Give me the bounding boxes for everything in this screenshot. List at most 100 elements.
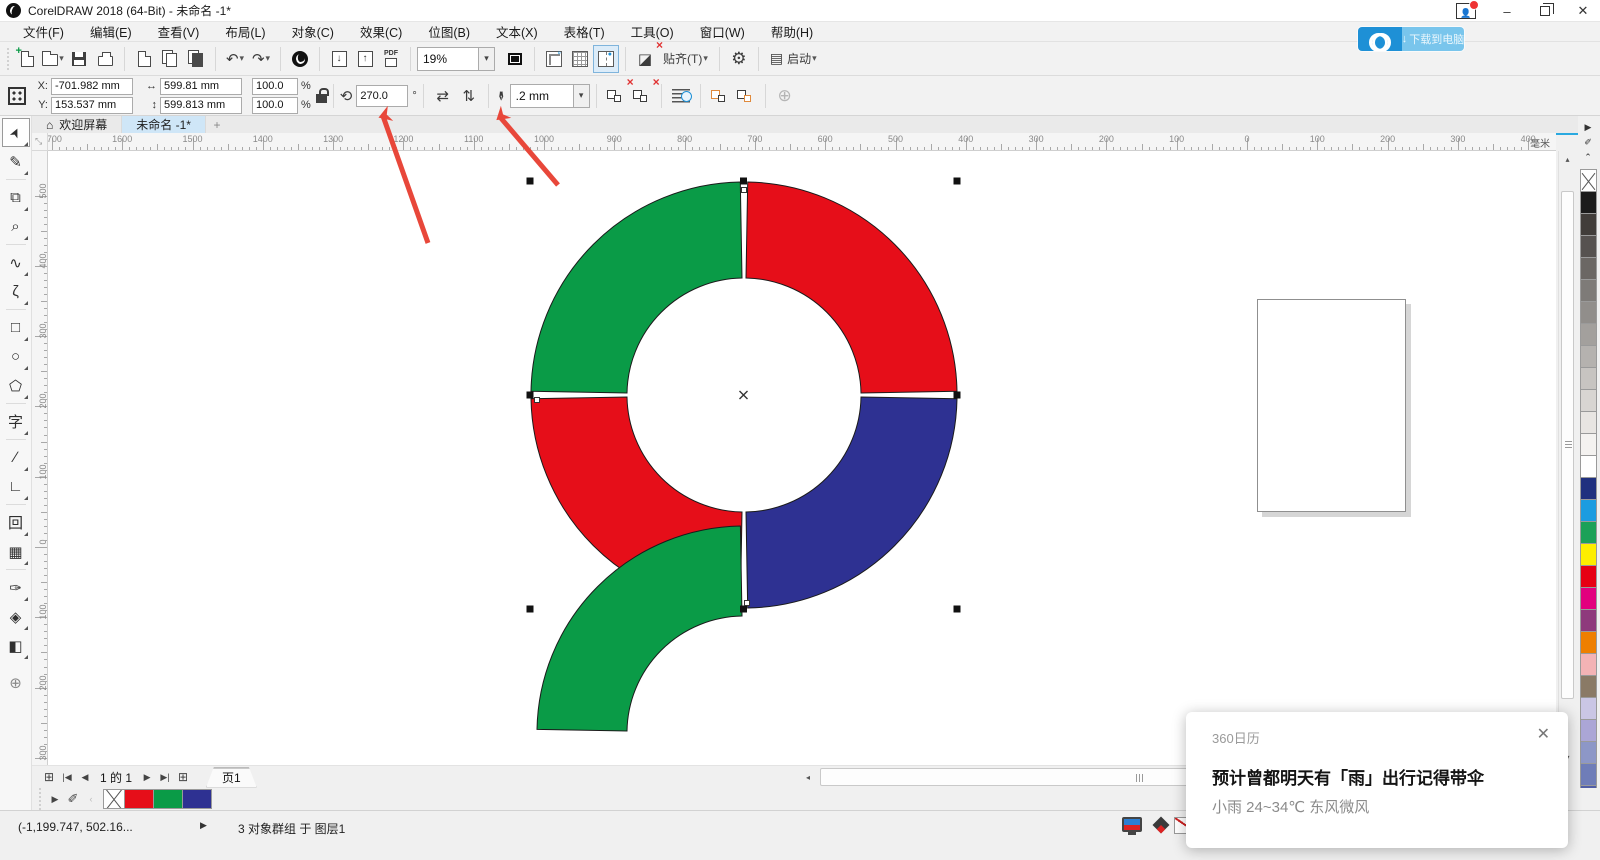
show-guidelines-button[interactable] [594,46,618,72]
rotation-angle-field[interactable]: 270.0 [356,85,408,107]
palette-swatch-#7e7b78[interactable] [1580,279,1597,302]
toolbar-grip[interactable] [6,47,10,71]
object-x-field[interactable]: -701.982 mm [51,78,133,95]
palette-swatch-#1b1b1b[interactable] [1580,191,1597,214]
show-rulers-button[interactable] [542,46,566,72]
outline-width-dropdown-button[interactable]: ▾ [574,84,590,108]
menu-item-1[interactable]: 编辑(E) [77,20,145,43]
palette-swatch-#e2007e[interactable] [1580,587,1597,610]
menu-item-10[interactable]: 窗口(W) [687,20,758,43]
object-height-field[interactable]: 599.813 mm [160,97,242,114]
palette-swatch-#aba6d6[interactable] [1580,719,1597,742]
scale-x-field[interactable]: 100.0 [252,78,298,95]
palette-swatch-#1b9ce0[interactable] [1580,499,1597,522]
menu-item-5[interactable]: 效果(C) [347,20,415,43]
add-page-button-2[interactable]: ⊞ [174,767,192,787]
palette-swatch-#c7c4c1[interactable] [1580,367,1597,390]
palette-swatch-#ffffff[interactable] [1580,455,1597,478]
palette-swatch-none[interactable] [1580,169,1597,192]
status-flyout-icon[interactable]: ▶ [200,820,207,831]
interactive-fill-tool[interactable]: ◈ [3,603,29,630]
launch-button[interactable]: ▤启动▾ [766,46,821,72]
scroll-up-button[interactable]: ▴ [1559,151,1576,167]
fill-status-icon[interactable] [1153,817,1170,834]
vertical-scrollbar[interactable]: ▴ ▾ [1558,151,1575,765]
connector-tool[interactable]: ∟ [3,473,29,500]
docpalette-swatch-none[interactable] [103,789,125,809]
ellipse-tool[interactable]: ○ [3,343,29,370]
palette-swatch-#6f7db8[interactable] [1580,763,1597,786]
object-y-field[interactable]: 153.537 mm [51,97,133,114]
snap-to-button[interactable]: 贴齐(T)▾ [659,46,712,72]
artistic-media-tool[interactable]: ζ [3,278,29,305]
last-page-button[interactable]: ▶| [156,767,174,787]
vertical-scroll-thumb[interactable] [1561,191,1574,699]
save-button[interactable] [67,46,91,72]
undo-button[interactable]: ↶▾ [223,46,247,72]
palette-swatch-#413d3a[interactable] [1580,213,1597,236]
palette-swatch-#e8e5e2[interactable] [1580,411,1597,434]
cloud-download-button[interactable]: ↓下载到电脑 [1358,27,1464,51]
first-page-button[interactable]: |◀ [58,767,76,787]
palette-swatch-#8a7a66[interactable] [1580,675,1597,698]
shape-tool[interactable]: ✎ [3,148,29,175]
contour-tool[interactable]: 回 [3,509,29,536]
copy-button[interactable] [158,46,182,72]
zoom-level-dropdown-button[interactable]: ▾ [479,47,495,71]
options-button[interactable]: ⚙ [727,46,751,72]
publish-pdf-button[interactable]: PDF [379,46,403,72]
previous-page-button[interactable]: ◀ [76,767,94,787]
palette-swatch-#6b6764[interactable] [1580,257,1597,280]
docpalette-swatch-#0a9b47[interactable] [153,789,183,809]
horizontal-ruler[interactable]: 毫米 1700160015001400130012001100100090080… [48,133,1556,151]
text-wrap-button[interactable] [669,83,693,109]
open-document-button[interactable]: ▾ [41,46,65,72]
menu-item-4[interactable]: 对象(C) [279,20,347,43]
menu-item-8[interactable]: 表格(T) [551,20,618,43]
menu-item-2[interactable]: 查看(V) [145,20,213,43]
fullscreen-preview-button[interactable] [503,46,527,72]
menu-item-11[interactable]: 帮助(H) [758,20,826,43]
ruler-origin-box[interactable] [32,133,48,151]
palette-swatch-#a3a09d[interactable] [1580,323,1597,346]
palette-swatch-#8d97c7[interactable] [1580,741,1597,764]
mirror-horizontal-button[interactable]: ⇄ [431,83,455,109]
scale-y-field[interactable]: 100.0 [252,97,298,114]
search-content-button[interactable] [288,46,312,72]
group-button[interactable] [708,83,732,109]
docpalette-flyout-icon[interactable]: ▶ [46,789,64,809]
outline-width-combobox[interactable]: .2 mm [510,84,574,108]
menu-item-6[interactable]: 位图(B) [415,20,483,43]
display-color-icon[interactable] [1122,817,1142,832]
menu-item-3[interactable]: 布局(L) [212,20,278,43]
close-button[interactable]: ✕ [1566,1,1600,22]
page-tab[interactable]: 页1 [206,767,257,788]
text-tool[interactable]: 字 [3,408,29,435]
eyedropper-tool[interactable]: ✑ [3,574,29,601]
palette-swatch-#918e8b[interactable] [1580,301,1597,324]
new-tab-button[interactable]: + [206,116,228,133]
palette-swatch-#1ba158[interactable] [1580,521,1597,544]
menu-item-9[interactable]: 工具(O) [618,20,687,43]
ungroup-all-button[interactable] [630,83,654,109]
object-width-field[interactable]: 599.81 mm [160,78,242,95]
palette-swatch-#b5b2af[interactable] [1580,345,1597,368]
palette-swatch-#fdee00[interactable] [1580,543,1597,566]
lock-ratio-icon[interactable] [316,94,327,103]
show-grid-button[interactable] [568,46,592,72]
mirror-vertical-button[interactable]: ⇅ [457,83,481,109]
transparency-tool[interactable]: ▦ [3,538,29,565]
menu-item-7[interactable]: 文本(X) [483,20,551,43]
snap-off-button[interactable]: ◪ [633,46,657,72]
dimension-tool[interactable]: ∕ [3,444,29,471]
zoom-tool[interactable]: ⌕ [3,213,29,240]
tab-welcome-screen[interactable]: ⌂ 欢迎屏幕 [32,116,122,133]
palette-swatch-#8e3a7c[interactable] [1580,609,1597,632]
docpalette-eyedropper-icon[interactable]: ✐ [64,789,82,809]
paste-button[interactable] [184,46,208,72]
palette-scroll-up-icon[interactable]: ⌃ [1578,150,1598,165]
restore-button[interactable] [1528,1,1562,22]
crop-tool[interactable]: ⧉ [3,184,29,211]
menu-item-0[interactable]: 文件(F) [10,20,77,43]
docpalette-swatch-#2e3192[interactable] [182,789,212,809]
